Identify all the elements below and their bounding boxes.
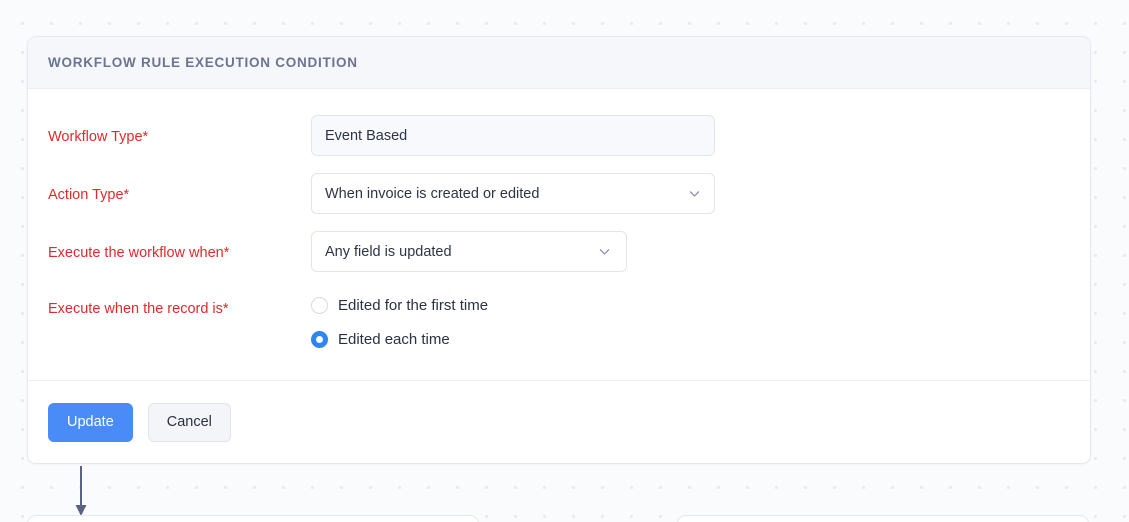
page-title: WORKFLOW RULE EXECUTION CONDITION [48, 55, 358, 70]
card-header: WORKFLOW RULE EXECUTION CONDITION [28, 37, 1090, 89]
execute-workflow-when-value: Any field is updated [325, 243, 452, 260]
execute-workflow-when-select[interactable]: Any field is updated [311, 231, 627, 272]
field-row-execute-workflow-when: Execute the workflow when* Any field is … [28, 231, 1090, 272]
flow-connector-arrow-icon [75, 466, 87, 516]
control-workflow-type: Event Based [311, 115, 1090, 156]
card-body: Workflow Type* Event Based Action Type* … [28, 89, 1090, 380]
radio-option-label: Edited each time [338, 330, 450, 348]
label-workflow-type: Workflow Type* [48, 129, 149, 145]
label-execute-workflow-when: Execute the workflow when* [48, 245, 230, 261]
label-execute-when-record-is: Execute when the record is* [48, 301, 229, 317]
cancel-button[interactable]: Cancel [147, 403, 231, 442]
action-type-select[interactable]: When invoice is created or edited [311, 173, 715, 214]
radio-option-edited-first-time[interactable]: Edited for the first time [311, 291, 1090, 319]
chevron-down-icon [689, 191, 700, 197]
radio-group-execute-when-record-is: Edited for the first time Edited each ti… [311, 289, 1090, 353]
next-step-card-right [677, 515, 1089, 522]
control-execute-workflow-when: Any field is updated [311, 231, 1090, 272]
field-row-execute-when-record-is: Execute when the record is* Edited for t… [28, 289, 1090, 359]
update-button[interactable]: Update [48, 403, 133, 442]
radio-checked-icon [311, 330, 328, 348]
field-row-workflow-type: Workflow Type* Event Based [28, 115, 1090, 156]
control-execute-when-record-is: Edited for the first time Edited each ti… [311, 289, 1090, 359]
action-type-value: When invoice is created or edited [325, 185, 540, 202]
radio-unchecked-icon [311, 296, 328, 314]
field-row-action-type: Action Type* When invoice is created or … [28, 173, 1090, 214]
chevron-down-icon [599, 249, 610, 255]
label-action-type: Action Type* [48, 187, 130, 203]
card-footer: Update Cancel [28, 380, 1090, 463]
workflow-type-input[interactable]: Event Based [311, 115, 715, 156]
radio-option-label: Edited for the first time [338, 296, 489, 314]
next-step-card-left [27, 515, 479, 522]
control-action-type: When invoice is created or edited [311, 173, 1090, 214]
radio-option-edited-each-time[interactable]: Edited each time [311, 325, 1090, 353]
workflow-rule-card: WORKFLOW RULE EXECUTION CONDITION Workfl… [27, 36, 1091, 464]
